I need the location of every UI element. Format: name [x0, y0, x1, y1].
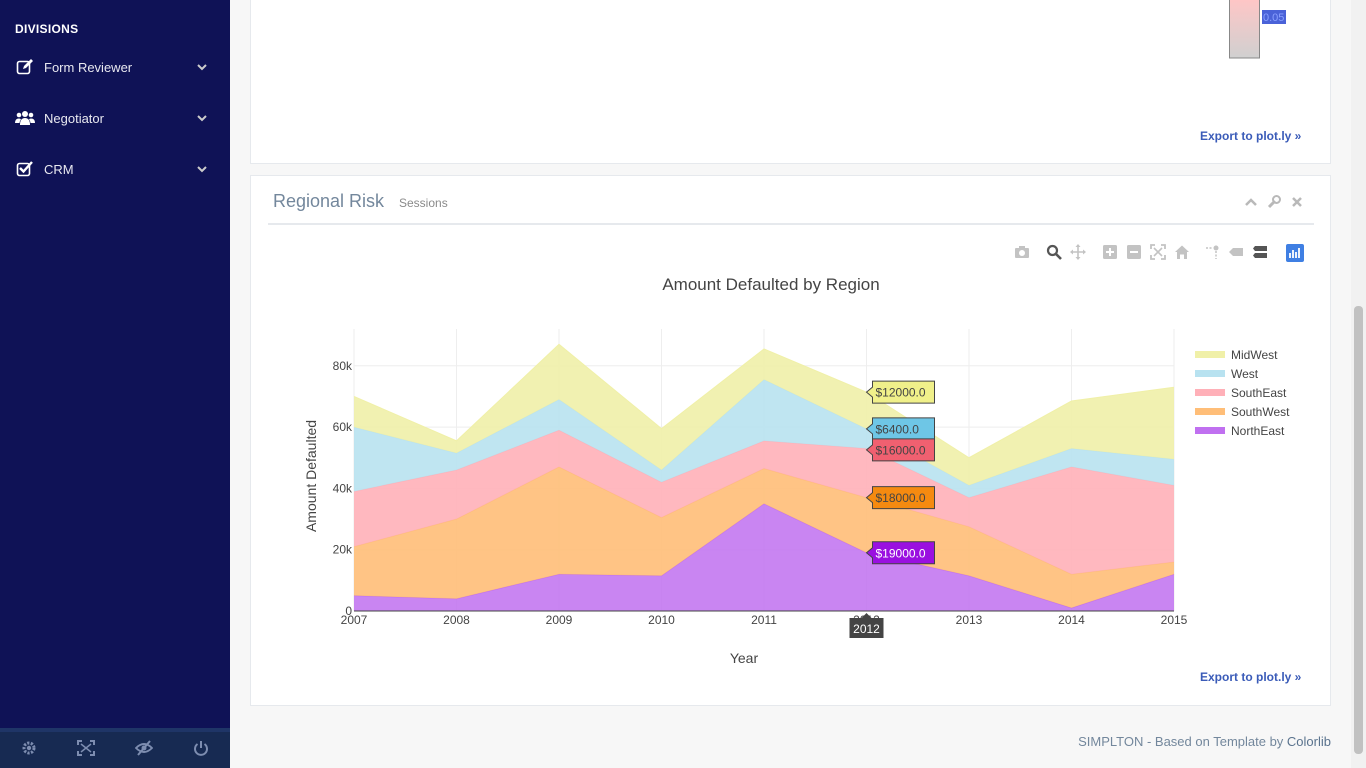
sidebar-item-label: Negotiator — [44, 111, 104, 126]
x-tick-label: 2014 — [1058, 613, 1085, 627]
hover-label-midwest: $12000.0 — [865, 380, 935, 404]
autoscale-icon[interactable] — [1150, 244, 1166, 260]
fullscreen-icon — [77, 739, 96, 761]
settings-button[interactable] — [0, 732, 58, 768]
hover-label-southwest: $18000.0 — [865, 486, 935, 510]
y-tick-label: 60k — [333, 420, 353, 434]
page-scrollbar[interactable] — [1351, 0, 1366, 768]
spike-lines-icon[interactable] — [1204, 244, 1220, 260]
legend-item[interactable]: NorthEast — [1231, 424, 1285, 438]
svg-text:2012: 2012 — [853, 622, 880, 636]
close-icon[interactable] — [1290, 195, 1304, 209]
x-tick-label: 2009 — [546, 613, 573, 627]
legend-swatch[interactable] — [1195, 351, 1225, 358]
power-icon — [193, 740, 209, 761]
legend-swatch[interactable] — [1195, 389, 1225, 396]
regional-risk-panel: Regional Risk Sessions Amount Defaulted … — [250, 175, 1331, 706]
x-tick-label: 2011 — [751, 613, 777, 627]
edit-icon — [15, 57, 35, 77]
area-chart: Amount Defaulted by Region 020k40k60k80k… — [303, 275, 1290, 666]
sidebar-item-form-reviewer[interactable]: Form Reviewer — [0, 48, 230, 88]
legend-item[interactable]: West — [1231, 367, 1259, 381]
svg-text:$18000.0: $18000.0 — [876, 491, 926, 505]
wrench-icon[interactable] — [1267, 195, 1281, 209]
x-axis-label: Year — [730, 650, 759, 666]
x-tick-label: 2010 — [648, 613, 675, 627]
zoom-in-icon[interactable] — [1102, 244, 1118, 260]
chevron-down-icon — [196, 111, 208, 123]
hover-label-northeast: $19000.0 — [865, 541, 935, 565]
plot-modebar — [1014, 244, 1304, 262]
panel-subtitle: Sessions — [399, 196, 448, 210]
panel-divider — [268, 223, 1314, 225]
lock-view-button[interactable] — [115, 732, 173, 768]
hover-closest-icon[interactable] — [1228, 244, 1244, 260]
chart-title: Amount Defaulted by Region — [662, 275, 879, 294]
settings-icon — [21, 740, 37, 761]
hover-label-west: $6400.0 — [865, 417, 935, 441]
fullscreen-button[interactable] — [58, 732, 116, 768]
hover-label-southeast: $16000.0 — [865, 438, 935, 462]
chart-areas — [353, 343, 1175, 611]
sidebar-item-label: Form Reviewer — [44, 60, 133, 75]
scrollbar-thumb[interactable] — [1354, 306, 1363, 754]
svg-text:$12000.0: $12000.0 — [876, 386, 926, 400]
hover-compare-icon[interactable] — [1252, 244, 1268, 260]
zoom-out-icon[interactable] — [1126, 244, 1142, 260]
x-tick-label: 2015 — [1161, 613, 1188, 627]
home-icon[interactable] — [1174, 244, 1190, 260]
export-plotly-link[interactable]: Export to plot.ly » — [1200, 670, 1301, 684]
x-tick-label: 2008 — [443, 613, 470, 627]
camera-icon[interactable] — [1014, 244, 1030, 260]
chart-legend: MidWest West SouthEast SouthWest NorthEast — [1195, 348, 1290, 438]
x-tick-label: 2013 — [956, 613, 983, 627]
colorbar: 0.05 — [1229, 0, 1286, 59]
legend-swatch[interactable] — [1195, 427, 1225, 434]
pan-icon[interactable] — [1070, 244, 1086, 260]
svg-text:$6400.0: $6400.0 — [876, 422, 920, 436]
export-plotly-link[interactable]: Export to plot.ly » — [1200, 129, 1301, 143]
footer-text: SIMPLTON - Based on Template by — [1078, 734, 1287, 749]
logout-button[interactable] — [173, 732, 231, 768]
panel-title: Regional Risk — [273, 191, 385, 211]
eye-slash-icon — [134, 739, 154, 761]
checkbox-icon — [15, 159, 35, 179]
plotly-logo-icon[interactable] — [1286, 244, 1304, 262]
svg-text:$19000.0: $19000.0 — [876, 546, 926, 560]
x-tick-label: 2007 — [341, 613, 368, 627]
y-axis-label: Amount Defaulted — [303, 420, 319, 532]
top-chart-panel: 0.05 Export to plot.ly » — [250, 0, 1331, 164]
chevron-down-icon — [196, 162, 208, 174]
zoom-icon[interactable] — [1046, 244, 1062, 260]
legend-swatch[interactable] — [1195, 408, 1225, 415]
svg-text:$16000.0: $16000.0 — [876, 443, 926, 457]
sidebar-section-title: DIVISIONS — [15, 22, 79, 36]
legend-item[interactable]: MidWest — [1231, 348, 1278, 362]
chevron-down-icon — [196, 60, 208, 72]
users-icon — [15, 108, 35, 128]
page-footer: SIMPLTON - Based on Template by Colorlib — [1078, 734, 1331, 749]
legend-swatch[interactable] — [1195, 370, 1225, 377]
sidebar-item-label: CRM — [44, 162, 74, 177]
sidebar: DIVISIONS Form Reviewer Negotiator CRM — [0, 0, 230, 768]
colorbar-tick-label: 0.05 — [1263, 12, 1284, 24]
sidebar-item-crm[interactable]: CRM — [0, 150, 230, 190]
sidebar-item-negotiator[interactable]: Negotiator — [0, 99, 230, 139]
legend-item[interactable]: SouthWest — [1231, 405, 1290, 419]
y-tick-label: 40k — [333, 481, 353, 495]
collapse-icon[interactable] — [1244, 195, 1258, 209]
colorlib-link[interactable]: Colorlib — [1287, 734, 1331, 749]
y-tick-label: 20k — [333, 543, 353, 557]
sidebar-footer — [0, 728, 230, 768]
y-tick-label: 80k — [333, 359, 353, 373]
legend-item[interactable]: SouthEast — [1231, 386, 1287, 400]
